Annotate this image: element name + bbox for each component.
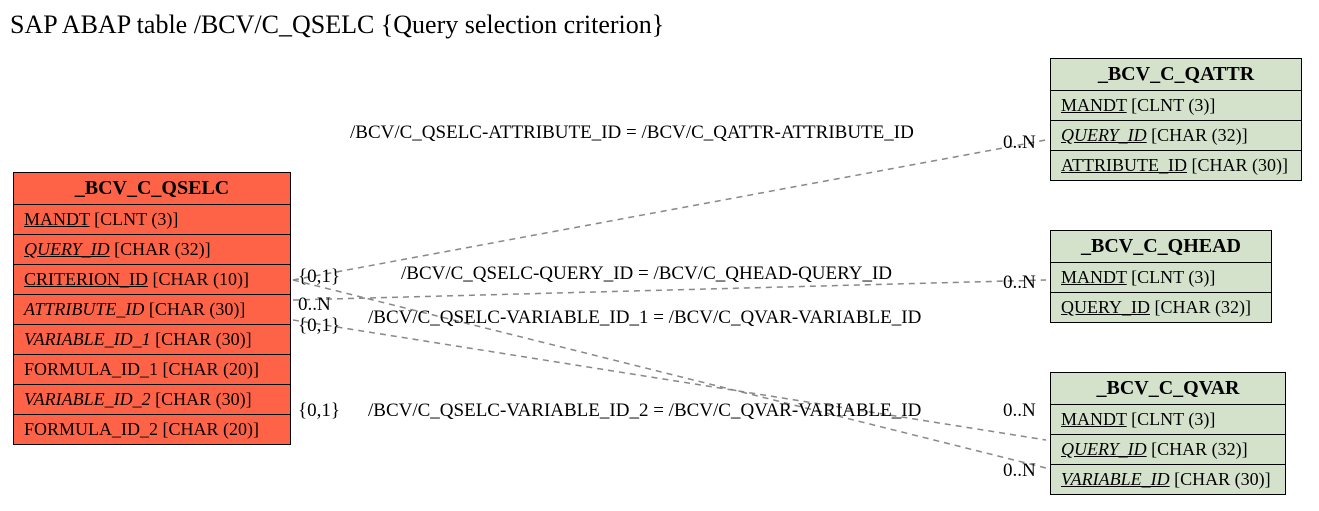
card-right-4: 0..N (1003, 460, 1036, 482)
field-row: ATTRIBUTE_ID [CHAR (30)] (1051, 150, 1301, 180)
field-row: MANDT [CLNT (3)] (14, 205, 290, 234)
field-row: FORMULA_ID_2 [CHAR (20)] (14, 414, 290, 444)
table-qselc-rows: MANDT [CLNT (3)]QUERY_ID [CHAR (32)]CRIT… (14, 205, 290, 444)
relation-label-2: /BCV/C_QSELC-QUERY_ID = /BCV/C_QHEAD-QUE… (401, 263, 892, 285)
field-row: ATTRIBUTE_ID [CHAR (30)] (14, 294, 290, 324)
card-right-3: 0..N (1003, 400, 1036, 422)
table-qselc-header: _BCV_C_QSELC (14, 173, 290, 205)
table-qattr-rows: MANDT [CLNT (3)]QUERY_ID [CHAR (32)]ATTR… (1051, 91, 1301, 180)
field-row: VARIABLE_ID [CHAR (30)] (1051, 464, 1285, 494)
card-left-1: {0,1} (298, 266, 340, 288)
table-qattr-header: _BCV_C_QATTR (1051, 59, 1301, 91)
table-qattr: _BCV_C_QATTR MANDT [CLNT (3)]QUERY_ID [C… (1050, 58, 1302, 181)
relation-label-1: /BCV/C_QSELC-ATTRIBUTE_ID = /BCV/C_QATTR… (350, 122, 914, 144)
relation-label-4: /BCV/C_QSELC-VARIABLE_ID_2 = /BCV/C_QVAR… (368, 400, 921, 422)
field-row: MANDT [CLNT (3)] (1051, 405, 1285, 434)
field-row: QUERY_ID [CHAR (32)] (1051, 120, 1301, 150)
card-left-4: {0,1} (298, 400, 340, 422)
table-qselc: _BCV_C_QSELC MANDT [CLNT (3)]QUERY_ID [C… (13, 172, 291, 445)
field-row: MANDT [CLNT (3)] (1051, 91, 1301, 120)
field-row: QUERY_ID [CHAR (32)] (1051, 434, 1285, 464)
field-row: MANDT [CLNT (3)] (1051, 263, 1271, 292)
table-qvar: _BCV_C_QVAR MANDT [CLNT (3)]QUERY_ID [CH… (1050, 372, 1286, 495)
relation-label-3: /BCV/C_QSELC-VARIABLE_ID_1 = /BCV/C_QVAR… (368, 307, 921, 329)
field-row: VARIABLE_ID_1 [CHAR (30)] (14, 324, 290, 354)
card-right-2: 0..N (1003, 272, 1036, 294)
table-qvar-rows: MANDT [CLNT (3)]QUERY_ID [CHAR (32)]VARI… (1051, 405, 1285, 494)
field-row: QUERY_ID [CHAR (32)] (14, 234, 290, 264)
card-left-3: {0,1} (298, 315, 340, 337)
card-left-2: 0..N (298, 294, 331, 316)
field-row: QUERY_ID [CHAR (32)] (1051, 292, 1271, 322)
table-qvar-header: _BCV_C_QVAR (1051, 373, 1285, 405)
table-qhead-header: _BCV_C_QHEAD (1051, 231, 1271, 263)
page-title: SAP ABAP table /BCV/C_QSELC {Query selec… (10, 10, 664, 40)
card-right-1: 0..N (1003, 132, 1036, 154)
table-qhead-rows: MANDT [CLNT (3)]QUERY_ID [CHAR (32)] (1051, 263, 1271, 322)
field-row: VARIABLE_ID_2 [CHAR (30)] (14, 384, 290, 414)
field-row: CRITERION_ID [CHAR (10)] (14, 264, 290, 294)
table-qhead: _BCV_C_QHEAD MANDT [CLNT (3)]QUERY_ID [C… (1050, 230, 1272, 323)
field-row: FORMULA_ID_1 [CHAR (20)] (14, 354, 290, 384)
